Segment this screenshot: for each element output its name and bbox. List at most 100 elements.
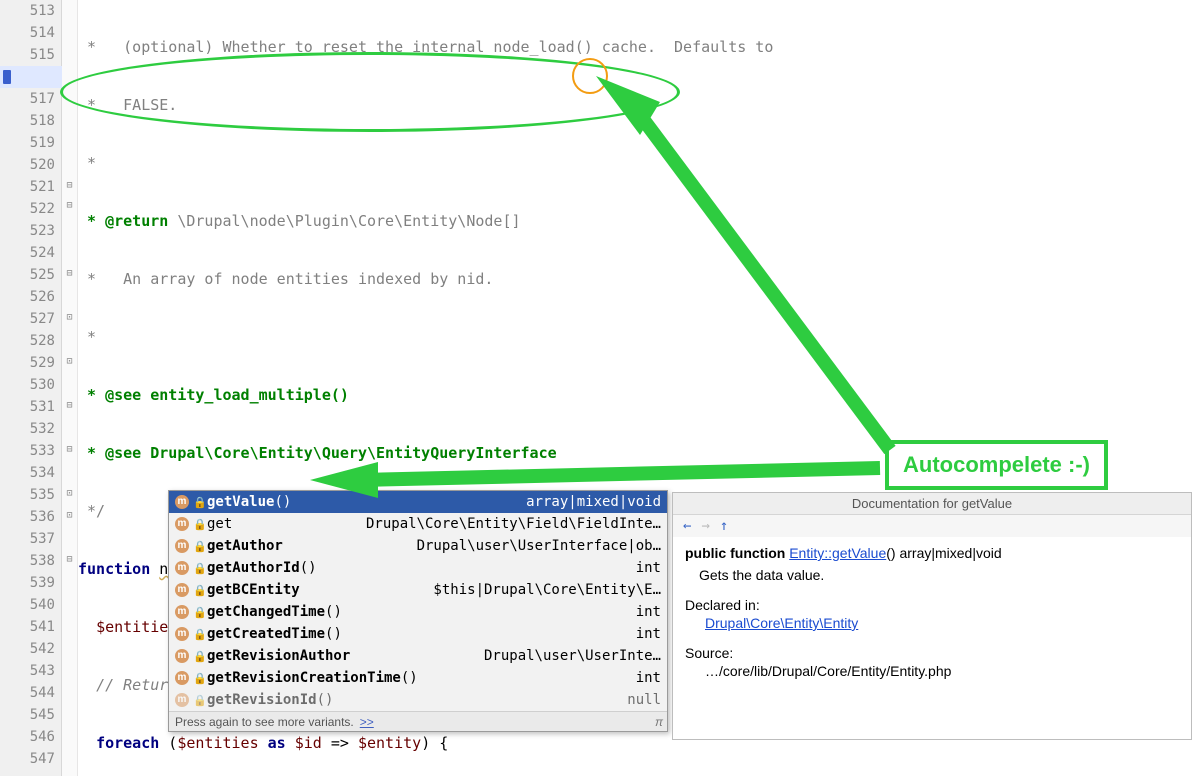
lock-icon: 🔒	[193, 606, 203, 619]
line-number: 547	[0, 748, 55, 770]
doc-source-label: Source:	[685, 645, 1179, 661]
line-number: 544	[0, 682, 55, 704]
autocomplete-item[interactable]: m🔒getDrupal\Core\Entity\Field\FieldInte…	[169, 513, 667, 535]
documentation-title: Documentation for getValue	[673, 493, 1191, 515]
doc-declared-link[interactable]: Drupal\Core\Entity\Entity	[705, 615, 858, 631]
method-icon: m	[175, 627, 189, 641]
back-icon[interactable]: ←	[683, 518, 691, 534]
doc-see-tag: * @see Drupal\Core\Entity\Query\EntityQu…	[78, 444, 557, 462]
fold-minus-icon[interactable]: ⊟	[64, 400, 75, 411]
autocomplete-more-link[interactable]: >>	[360, 715, 374, 729]
line-number: 540	[0, 594, 55, 616]
autocomplete-name: getAuthor	[207, 538, 283, 554]
lock-icon: 🔒	[193, 496, 203, 509]
fold-minus-icon[interactable]: ⊟	[64, 180, 75, 191]
line-number: 515	[0, 44, 55, 66]
autocomplete-item[interactable]: m🔒getCreatedTime()int	[169, 623, 667, 645]
line-number: 533	[0, 440, 55, 462]
lock-icon: 🔒	[193, 694, 203, 707]
autocomplete-paren: ()	[274, 494, 291, 510]
doc-entity-link[interactable]: Entity::getValue	[789, 545, 886, 561]
var: $entity	[358, 734, 421, 752]
autocomplete-name: getRevisionId	[207, 692, 317, 708]
fold-close-icon[interactable]: ⊡	[64, 510, 75, 521]
autocomplete-paren: ()	[300, 560, 317, 576]
kw-foreach: foreach	[96, 734, 159, 752]
line-number: 538	[0, 550, 55, 572]
method-icon: m	[175, 693, 189, 707]
autocomplete-paren: ()	[325, 626, 342, 642]
fold-minus-icon[interactable]: ⊟	[64, 200, 75, 211]
line-number: 526	[0, 286, 55, 308]
lock-icon: 🔒	[193, 584, 203, 597]
line-number: 529	[0, 352, 55, 374]
line-number: 519	[0, 132, 55, 154]
line-number: 542	[0, 638, 55, 660]
fold-strip: ⊟ ⊟ ⊟ ⊡ ⊡ ⊟ ⊟ ⊡ ⊡ ⊟	[62, 0, 78, 776]
fold-minus-icon[interactable]: ⊟	[64, 554, 75, 565]
autocomplete-footer: Press again to see more variants.>>π	[169, 711, 667, 731]
up-icon[interactable]: ↑	[720, 518, 728, 534]
line-number: 513	[0, 0, 55, 22]
documentation-body: public function Entity::getValue() array…	[673, 537, 1191, 739]
doc-sig-suffix: () array|mixed|void	[886, 545, 1001, 561]
autocomplete-name: get	[207, 516, 232, 532]
autocomplete-name: getRevisionCreationTime	[207, 670, 401, 686]
autocomplete-item[interactable]: m🔒getRevisionCreationTime()int	[169, 667, 667, 689]
line-number: 534	[0, 462, 55, 484]
lock-icon: 🔒	[193, 540, 203, 553]
method-icon: m	[175, 649, 189, 663]
breakpoint-icon[interactable]	[3, 70, 11, 84]
comment-text: */	[78, 502, 105, 520]
doc-return-tag: * @return	[78, 212, 168, 230]
lock-icon: 🔒	[193, 672, 203, 685]
autocomplete-item[interactable]: m🔒getAuthorId()int	[169, 557, 667, 579]
method-icon: m	[175, 605, 189, 619]
autocomplete-return: $this|Drupal\Core\Entity\E…	[433, 582, 661, 598]
fold-close-icon[interactable]: ⊡	[64, 356, 75, 367]
doc-sig-prefix: public function	[685, 545, 789, 561]
fold-minus-icon[interactable]: ⊟	[64, 268, 75, 279]
autocomplete-item[interactable]: m🔒getRevisionAuthorDrupal\user\UserInte…	[169, 645, 667, 667]
method-icon: m	[175, 539, 189, 553]
autocomplete-footer-text: Press again to see more variants.	[175, 715, 354, 729]
line-number: 530	[0, 374, 55, 396]
line-number-gutter: 5135145155165175185195205215225235245255…	[0, 0, 62, 776]
autocomplete-item[interactable]: m🔒getBCEntity$this|Drupal\Core\Entity\E…	[169, 579, 667, 601]
autocomplete-item[interactable]: m🔒getValue()array|mixed|void	[169, 491, 667, 513]
autocomplete-item[interactable]: m 🔒 getAuthor Drupal\user\UserInterface|ob…	[169, 535, 667, 557]
line-number: 523	[0, 220, 55, 242]
line-number: 535	[0, 484, 55, 506]
comment-text: * FALSE.	[78, 96, 177, 114]
kw-function: function	[78, 560, 159, 578]
fold-minus-icon[interactable]: ⊟	[64, 444, 75, 455]
line-number: 522	[0, 198, 55, 220]
doc-description: Gets the data value.	[699, 567, 1179, 583]
forward-icon[interactable]: →	[701, 518, 709, 534]
comment-text: * (optional) Whether to reset the intern…	[78, 38, 773, 56]
autocomplete-return: Drupal\user\UserInterface|ob…	[417, 538, 661, 554]
line-number: 546	[0, 726, 55, 748]
doc-declared-label: Declared in:	[685, 597, 1179, 613]
annotation-badge: Autocompelete :-)	[885, 440, 1108, 490]
line-number: 518	[0, 110, 55, 132]
autocomplete-return: int	[636, 626, 661, 642]
method-icon: m	[175, 517, 189, 531]
line-number: 521	[0, 176, 55, 198]
autocomplete-item[interactable]: m🔒getChangedTime()int	[169, 601, 667, 623]
method-icon: m	[175, 583, 189, 597]
autocomplete-name: getValue	[207, 494, 274, 510]
doc-source-path: …/core/lib/Drupal/Core/Entity/Entity.php	[705, 663, 1179, 679]
fold-close-icon[interactable]: ⊡	[64, 488, 75, 499]
comment-text: *	[78, 154, 96, 172]
autocomplete-item[interactable]: m🔒getRevisionId()null	[169, 689, 667, 711]
line-number: 545	[0, 704, 55, 726]
lock-icon: 🔒	[193, 628, 203, 641]
autocomplete-name: getRevisionAuthor	[207, 648, 350, 664]
fold-close-icon[interactable]: ⊡	[64, 312, 75, 323]
method-icon: m	[175, 671, 189, 685]
autocomplete-paren: ()	[401, 670, 418, 686]
lock-icon: 🔒	[193, 562, 203, 575]
line-number: 524	[0, 242, 55, 264]
autocomplete-popup[interactable]: m🔒getValue()array|mixed|voidm🔒getDrupal\…	[168, 490, 668, 732]
